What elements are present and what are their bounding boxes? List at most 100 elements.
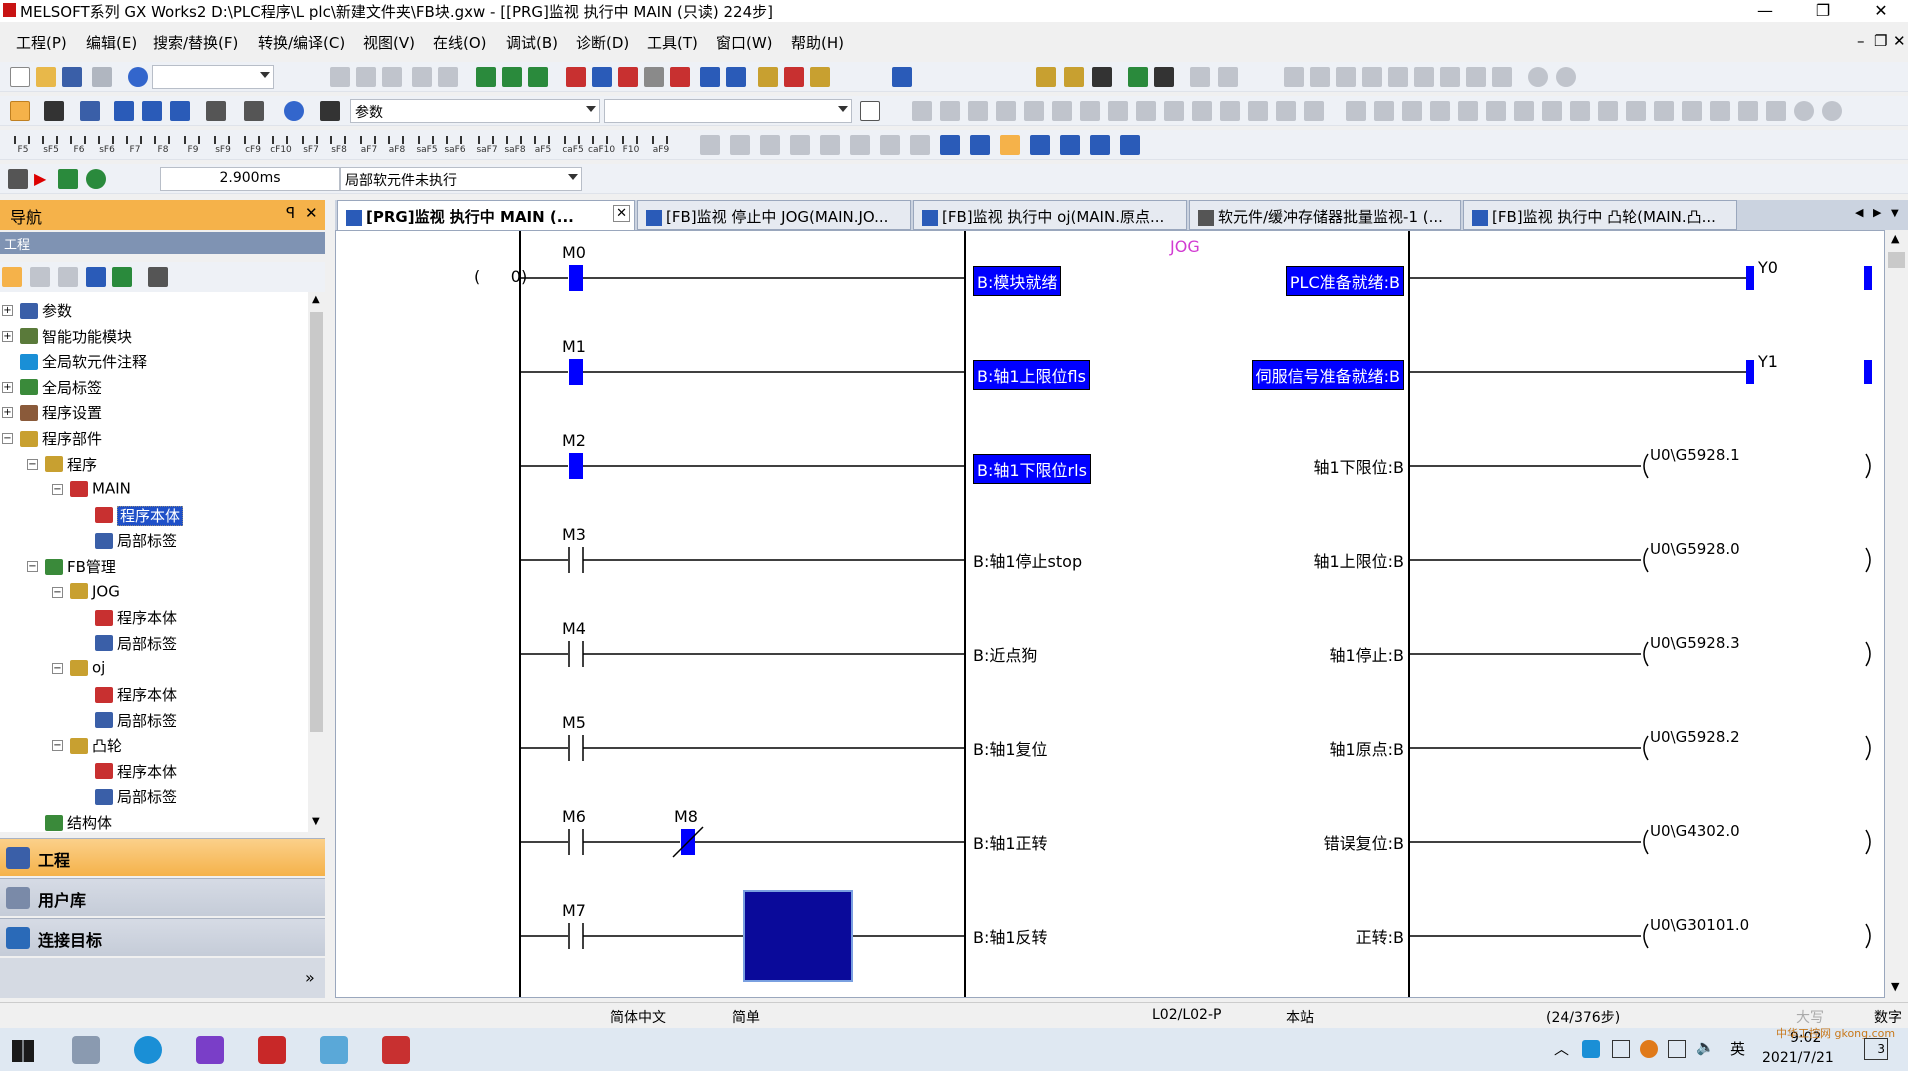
- edit-icon-19[interactable]: [1430, 101, 1450, 121]
- edit-icon-5[interactable]: [1024, 101, 1044, 121]
- edit-icon-26[interactable]: [1626, 101, 1646, 121]
- fkey-button-sf6[interactable]: sF6: [94, 132, 120, 158]
- paste-icon[interactable]: [382, 67, 402, 87]
- select-mode-icon[interactable]: [912, 101, 932, 121]
- tree-item[interactable]: 局部标签: [95, 786, 177, 808]
- edit-icon-31[interactable]: [1766, 101, 1786, 121]
- tray-ime[interactable]: 英: [1730, 1038, 1745, 1059]
- toolbar2-icon-6[interactable]: [206, 101, 226, 121]
- nav-btn-connection[interactable]: 连接目标: [0, 918, 325, 956]
- edit-icon-8[interactable]: [1108, 101, 1128, 121]
- fkey-button-af7[interactable]: aF7: [356, 132, 382, 158]
- tab-oj[interactable]: [FB]监视 执行中 oj(MAIN.原点...: [913, 200, 1187, 230]
- fkey-button-cf10[interactable]: cF10: [268, 132, 294, 158]
- tab-main[interactable]: [PRG]监视 执行中 MAIN (... ✕: [337, 200, 635, 230]
- zoom-out-icon[interactable]: [1556, 67, 1576, 87]
- monitor-icon-2[interactable]: [784, 67, 804, 87]
- ladder-tool-icon-7[interactable]: [1218, 67, 1238, 87]
- tray-date[interactable]: 2021/7/21: [1762, 1050, 1834, 1066]
- fkey-button-sf7[interactable]: sF7: [298, 132, 324, 158]
- nav-btn-project[interactable]: 工程: [0, 838, 325, 876]
- menu-find-replace[interactable]: 搜索/替换(F): [153, 32, 238, 53]
- fkey-button-f9[interactable]: F9: [180, 132, 206, 158]
- monitor-icon-3[interactable]: [810, 67, 830, 87]
- local-device-combo[interactable]: 局部软元件未执行: [340, 167, 582, 191]
- coil-energized-right[interactable]: [1864, 360, 1872, 384]
- fkey-button-saf5[interactable]: saF5: [414, 132, 440, 158]
- zoom-in-icon-2[interactable]: [1794, 101, 1814, 121]
- tree-item[interactable]: 凸轮: [70, 735, 122, 757]
- ladder-mode-icon-15[interactable]: [1120, 135, 1140, 155]
- fkey-button-caf10[interactable]: caF10: [588, 132, 615, 158]
- toolbar2-icon-1[interactable]: [44, 101, 64, 121]
- edit-icon-13[interactable]: [1248, 101, 1268, 121]
- open-folder-icon[interactable]: [36, 67, 56, 87]
- ladder-mode-icon-5[interactable]: [820, 135, 840, 155]
- write-plc-icon[interactable]: [566, 67, 586, 87]
- tab-jog[interactable]: [FB]监视 停止中 JOG(MAIN.JO...: [637, 200, 911, 230]
- fkey-button-af9[interactable]: aF9: [648, 132, 674, 158]
- toolbar-combo-1[interactable]: [152, 65, 274, 89]
- fkey-button-caf5[interactable]: caF5: [560, 132, 586, 158]
- tab-device-monitor[interactable]: 软元件/缓冲存储器批量监视-1 (...: [1189, 200, 1461, 230]
- menu-project[interactable]: 工程(P): [16, 32, 67, 53]
- ladder-tool-icon-12[interactable]: [1388, 67, 1408, 87]
- start-icon[interactable]: [12, 1040, 34, 1062]
- tree-item[interactable]: 全局软元件注释: [20, 351, 147, 373]
- edit-icon-22[interactable]: [1514, 101, 1534, 121]
- edit-icon-17[interactable]: [1374, 101, 1394, 121]
- ladder-tool-icon-9[interactable]: [1310, 67, 1330, 87]
- coil-energized[interactable]: [1746, 360, 1754, 384]
- ladder-tool-icon-10[interactable]: [1336, 67, 1356, 87]
- mdi-restore-button[interactable]: ❐: [1874, 32, 1887, 50]
- coil-energized-right[interactable]: [1864, 266, 1872, 290]
- edit-icon-7[interactable]: [1080, 101, 1100, 121]
- edit-icon-16[interactable]: [1346, 101, 1366, 121]
- edit-icon-30[interactable]: [1738, 101, 1758, 121]
- ladder-tool-icon-2[interactable]: [1064, 67, 1084, 87]
- monitor-status-icon[interactable]: [8, 169, 28, 189]
- ladder-tool-icon-16[interactable]: [1492, 67, 1512, 87]
- tree-item[interactable]: 局部标签: [95, 710, 177, 732]
- tree-item[interactable]: 程序: [45, 454, 97, 476]
- fkey-button-sf8[interactable]: sF8: [326, 132, 352, 158]
- close-button[interactable]: ✕: [1852, 0, 1908, 22]
- edit-icon-3[interactable]: [968, 101, 988, 121]
- warning-icon[interactable]: [58, 169, 78, 189]
- edit-icon-24[interactable]: [1570, 101, 1590, 121]
- toolbar2-icon-5[interactable]: [170, 101, 190, 121]
- contact-energized[interactable]: [569, 453, 583, 479]
- tree-item[interactable]: 局部标签: [95, 633, 177, 655]
- device-icon-3[interactable]: [528, 67, 548, 87]
- tree-expander[interactable]: +: [2, 381, 13, 393]
- verify-plc-icon[interactable]: [618, 67, 638, 87]
- ladder-tool-icon-5[interactable]: [1154, 67, 1174, 87]
- nav-sort-icon[interactable]: [148, 267, 168, 287]
- fkey-button-sf9[interactable]: sF9: [210, 132, 236, 158]
- ladder-editor[interactable]: ( 0) JOG M0 B:模块就绪 PLC准备就绪:B Y0 M1 B:轴1上限位fls…: [335, 230, 1885, 998]
- ladder-tool-icon-11[interactable]: [1362, 67, 1382, 87]
- tab-cam[interactable]: [FB]监视 执行中 凸轮(MAIN.凸...: [1463, 200, 1737, 230]
- tree-expander[interactable]: −: [2, 433, 13, 444]
- mdi-minimize-button[interactable]: –: [1857, 32, 1865, 50]
- tree-item[interactable]: 程序设置: [20, 402, 102, 424]
- monitor-icon-1[interactable]: [758, 67, 778, 87]
- tree-expander[interactable]: −: [52, 740, 63, 752]
- device-icon-1[interactable]: [476, 67, 496, 87]
- edit-icon-11[interactable]: [1192, 101, 1212, 121]
- tree-expander[interactable]: −: [52, 663, 63, 675]
- tree-item[interactable]: 参数: [20, 300, 72, 322]
- ladder-tool-icon-15[interactable]: [1466, 67, 1486, 87]
- contact-energized[interactable]: [569, 359, 583, 385]
- calculator-icon[interactable]: [72, 1036, 100, 1064]
- toolbar2-icon-4[interactable]: [142, 101, 162, 121]
- toolbar2-doc-icon[interactable]: [860, 101, 880, 121]
- fkey-button-sf5[interactable]: sF5: [38, 132, 64, 158]
- draw-line-icon[interactable]: [940, 101, 960, 121]
- ladder-tool-icon-14[interactable]: [1440, 67, 1460, 87]
- menu-diagnostics[interactable]: 诊断(D): [576, 32, 629, 53]
- tray-icon-2[interactable]: [1612, 1040, 1630, 1058]
- tree-expander[interactable]: −: [27, 458, 38, 470]
- ladder-tool-icon-13[interactable]: [1414, 67, 1434, 87]
- tree-expander[interactable]: +: [2, 305, 13, 316]
